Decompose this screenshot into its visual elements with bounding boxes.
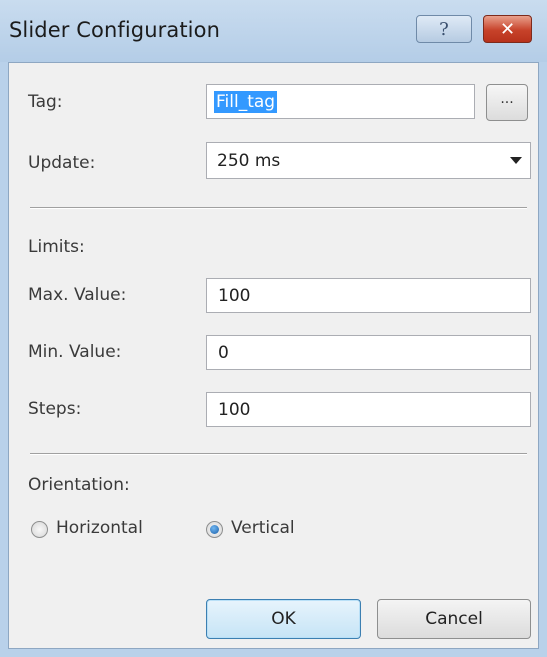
help-button[interactable]: ?: [416, 15, 472, 43]
close-icon: ✕: [499, 18, 516, 40]
dialog-body: Tag: Fill_tag ... Update: 250 ms Limits:…: [8, 62, 539, 649]
chevron-down-icon: [510, 157, 522, 164]
browse-tag-button[interactable]: ...: [486, 84, 528, 121]
cancel-button[interactable]: Cancel: [377, 599, 531, 639]
min-value-input[interactable]: 0: [206, 335, 531, 370]
min-value-label: Min. Value:: [28, 342, 122, 362]
update-selected-value: 250 ms: [217, 150, 281, 171]
max-value-input[interactable]: 100: [206, 278, 531, 313]
ok-button[interactable]: OK: [206, 599, 361, 639]
steps-label: Steps:: [28, 399, 82, 419]
help-icon: ?: [439, 18, 449, 40]
divider-top: [30, 207, 527, 209]
slider-configuration-dialog: Slider Configuration ? ✕ Tag: Fill_tag .…: [0, 0, 547, 657]
dialog-title: Slider Configuration: [9, 18, 220, 42]
tag-label: Tag:: [28, 92, 63, 112]
vertical-radio[interactable]: [206, 521, 223, 538]
update-dropdown[interactable]: 250 ms: [206, 142, 531, 179]
vertical-radio-label[interactable]: Vertical: [231, 518, 295, 538]
tag-input[interactable]: Fill_tag: [206, 84, 475, 119]
close-button[interactable]: ✕: [483, 15, 532, 43]
steps-input[interactable]: 100: [206, 392, 531, 427]
steps-text: 100: [218, 399, 251, 420]
title-bar[interactable]: Slider Configuration ? ✕: [0, 0, 547, 62]
horizontal-radio[interactable]: [31, 521, 48, 538]
orientation-heading: Orientation:: [28, 475, 130, 495]
max-value-label: Max. Value:: [28, 285, 127, 305]
limits-heading: Limits:: [28, 237, 85, 257]
max-value-text: 100: [218, 285, 251, 306]
min-value-text: 0: [218, 342, 229, 363]
tag-value: Fill_tag: [214, 90, 278, 113]
horizontal-radio-label[interactable]: Horizontal: [56, 518, 143, 538]
divider-bottom: [30, 453, 527, 455]
update-label: Update:: [28, 153, 96, 173]
